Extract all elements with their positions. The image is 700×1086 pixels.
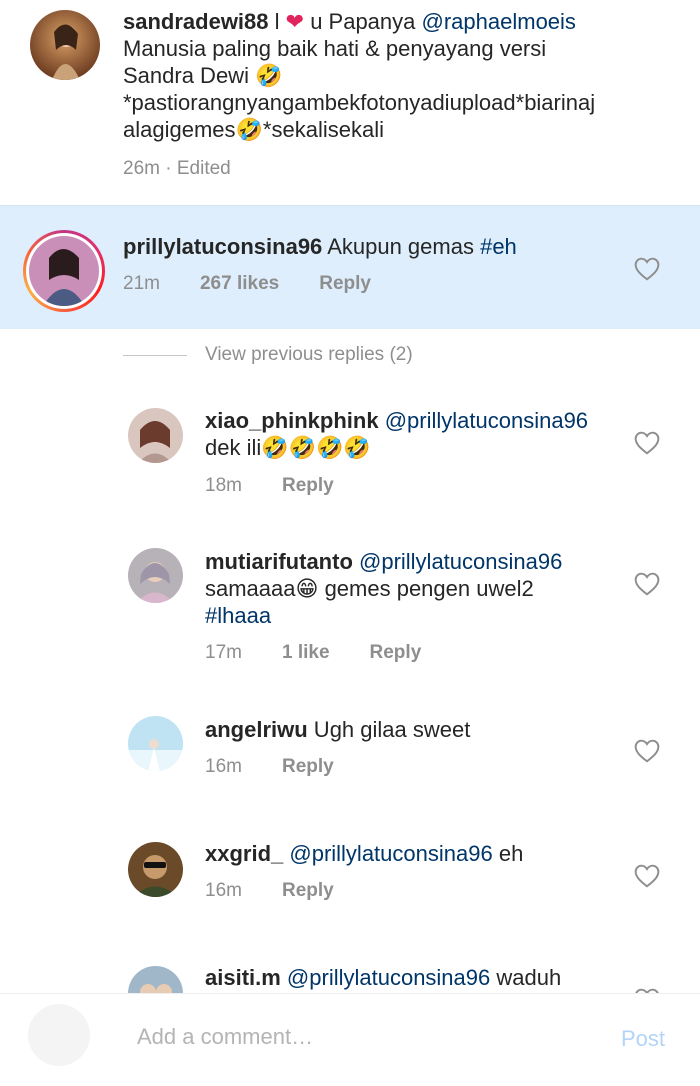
main-comment-body: Akupun gemas [322,234,481,259]
reply-meta: 16m Reply [205,756,334,778]
caption-line-5a: alagigemes [123,117,236,142]
divider [123,354,187,356]
reply-mention[interactable]: @prillylatuconsina96 [379,408,588,433]
reply-button[interactable]: Reply [282,475,334,497]
reply-time: 16m [205,756,242,777]
reply-body: waduh [490,965,562,990]
comment-composer: Post [0,993,700,1086]
reply-meta: 18m Reply [205,475,334,497]
caption-edited: Edited [176,158,231,179]
reply-username[interactable]: mutiarifutanto [205,549,353,574]
reply-username[interactable]: xiao_phinkphink [205,408,379,433]
highlighted-comment: prillylatuconsina96 Akupun gemas #eh 21m… [0,205,700,329]
reply-time: 18m [205,475,242,496]
caption-text: sandradewi88 l ❤ u Papanya @raphaelmoeis… [123,8,683,143]
avatar-mutiarifutanto[interactable] [128,548,183,603]
like-heart-icon[interactable] [634,257,660,281]
caption-meta: 26m · Edited [123,158,231,179]
rofl-emojis: 🤣🤣🤣🤣 [261,435,371,460]
reply-body: Ugh gilaa sweet [307,717,471,742]
reply-button[interactable]: Reply [282,880,334,902]
post-button[interactable]: Post [621,1026,665,1052]
hashtag-eh[interactable]: #eh [480,234,517,259]
reply-username[interactable]: xxgrid_ [205,841,283,866]
like-heart-icon[interactable] [634,431,660,455]
caption-text-1: u Papanya [304,9,422,34]
heart-emoji: ❤ [285,9,305,34]
comment-input[interactable] [137,1020,597,1054]
avatar-prillylatuconsina96[interactable] [23,230,105,312]
reply-meta: 17m 1 like Reply [205,642,421,664]
reply-meta: 16m Reply [205,880,334,902]
rofl-emoji: 🤣 [255,63,283,88]
caption-line-3: Sandra Dewi [123,63,256,88]
grin-emoji: 😁 [295,576,319,601]
caption-time: 26m [123,158,160,179]
reply-username[interactable]: angelriwu [205,717,308,742]
view-previous-replies-label[interactable]: View previous replies (2) [205,344,413,366]
caption: sandradewi88 l ❤ u Papanya @raphaelmoeis… [0,0,700,205]
reply-text: mutiarifutanto @prillylatuconsina96 [205,548,562,575]
avatar-sandradewi88[interactable] [30,10,100,80]
reply-username[interactable]: aisiti.m [205,965,281,990]
reply-button[interactable]: Reply [370,642,422,664]
main-comment-text: prillylatuconsina96 Akupun gemas #eh [123,233,517,260]
reply-text: xiao_phinkphink @prillylatuconsina96 [205,407,588,434]
caption-username[interactable]: sandradewi88 [123,9,269,34]
reply-text: xxgrid_ @prillylatuconsina96 eh [205,840,523,867]
like-heart-icon[interactable] [634,572,660,596]
avatar-angelriwu[interactable] [128,716,183,771]
reply-text-line-2: dek ili🤣🤣🤣🤣 [205,434,371,461]
like-heart-icon[interactable] [634,739,660,763]
reply-mention[interactable]: @prillylatuconsina96 [281,965,490,990]
main-comment-likes[interactable]: 267 likes [200,273,279,295]
reply-button[interactable]: Reply [282,756,334,778]
caption-line-5b: *sekalisekali [262,117,384,142]
reply-body: dek ili [205,435,262,460]
reply-likes[interactable]: 1 like [282,642,330,664]
reply-text: angelriwu Ugh gilaa sweet [205,716,470,743]
rofl-emoji: 🤣 [235,117,263,142]
view-previous-replies[interactable]: View previous replies (2) [123,344,413,366]
main-comment-username[interactable]: prillylatuconsina96 [123,234,322,259]
reply-text-line-2: samaaaa😁 gemes pengen uwel2 [205,575,534,602]
caption-separator: l [268,9,286,34]
current-user-avatar [28,1004,90,1066]
reply-mention[interactable]: @prillylatuconsina96 [353,549,562,574]
caption-line-4: *pastiorangnyangambekfotonyadiupload*bia… [123,90,596,115]
main-comment-reply-button[interactable]: Reply [319,273,371,295]
reply-time: 16m [205,880,242,901]
reply-body-b: gemes pengen uwel2 [318,576,534,601]
main-comment-meta: 21m 267 likes Reply [123,273,371,295]
hashtag-lhaaa[interactable]: #lhaaa [205,602,271,629]
caption-mention[interactable]: @raphaelmoeis [422,9,576,34]
reply-time: 17m [205,642,242,663]
avatar-xiao-phinkphink[interactable] [128,408,183,463]
reply-mention[interactable]: @prillylatuconsina96 [283,841,492,866]
reply-body-a: samaaaa [205,576,296,601]
reply-body: eh [492,841,524,866]
main-comment-time: 21m [123,273,160,294]
avatar-xxgrid[interactable] [128,842,183,897]
reply-text: aisiti.m @prillylatuconsina96 waduh [205,964,561,991]
like-heart-icon[interactable] [634,864,660,888]
caption-line-2: Manusia paling baik hati & penyayang ver… [123,36,547,61]
